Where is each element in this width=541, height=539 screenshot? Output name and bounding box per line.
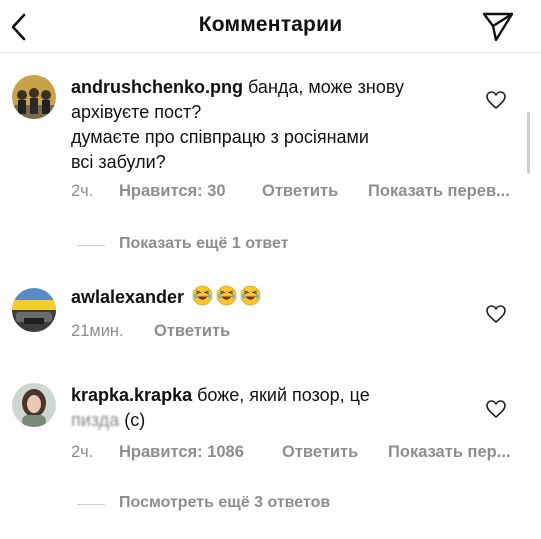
comment-body: банда, може знову [248,77,405,97]
laughing-emoji-group [189,285,261,307]
reply-button[interactable]: Ответить [262,182,338,201]
comment-username[interactable]: andrushchenko.png [71,77,243,97]
comment-time: 2ч. [71,182,94,200]
show-translation-button[interactable]: Показать пер... [388,443,511,462]
paper-plane-icon[interactable] [481,9,515,43]
avatar[interactable] [12,75,56,119]
view-replies-label[interactable]: Показать ещё 1 ответ [119,235,289,253]
heart-icon[interactable] [486,400,506,418]
avatar[interactable] [12,288,56,332]
likes-count[interactable]: Нравится: 1086 [119,443,244,462]
reply-button[interactable]: Ответить [282,443,358,462]
comment-body-line: всі забули? [71,152,166,172]
avatar[interactable] [12,383,56,427]
heart-icon[interactable] [486,305,506,323]
comment-body-suffix: (с) [124,410,146,430]
show-translation-button[interactable]: Показать перев... [368,182,510,201]
view-replies-label[interactable]: Посмотреть ещё 3 ответов [119,494,330,512]
header-divider [0,52,541,53]
comment-body: боже, який позор, це [197,385,370,405]
laughing-emoji-icon [216,285,237,306]
comment-text: krapka.krapka боже, який позор, це пизда… [71,383,471,433]
laughing-emoji-icon [240,285,261,306]
comment-username[interactable]: krapka.krapka [71,385,192,405]
replies-divider-line [77,245,105,246]
comment-time: 2ч. [71,443,94,461]
heart-icon[interactable] [486,91,506,109]
comment-body-blurred: пизда [71,410,120,430]
likes-count[interactable]: Нравится: 30 [119,182,226,201]
comment-body-line: думаєте про співпрацю з росіянами [71,127,369,147]
reply-button[interactable]: Ответить [154,322,230,341]
laughing-emoji-icon [192,285,213,306]
comment-body-line: архівуєте пост? [71,102,202,122]
comment-text: andrushchenko.png банда, може знову архі… [71,75,471,175]
comment-time: 21мин. [71,322,124,340]
comment-text: awlalexander [71,285,471,310]
comment-username[interactable]: awlalexander [71,287,184,307]
replies-divider-line [77,504,105,505]
header-bar: Комментарии [0,0,541,52]
page-title: Комментарии [198,13,343,36]
scrollbar[interactable] [527,112,530,174]
